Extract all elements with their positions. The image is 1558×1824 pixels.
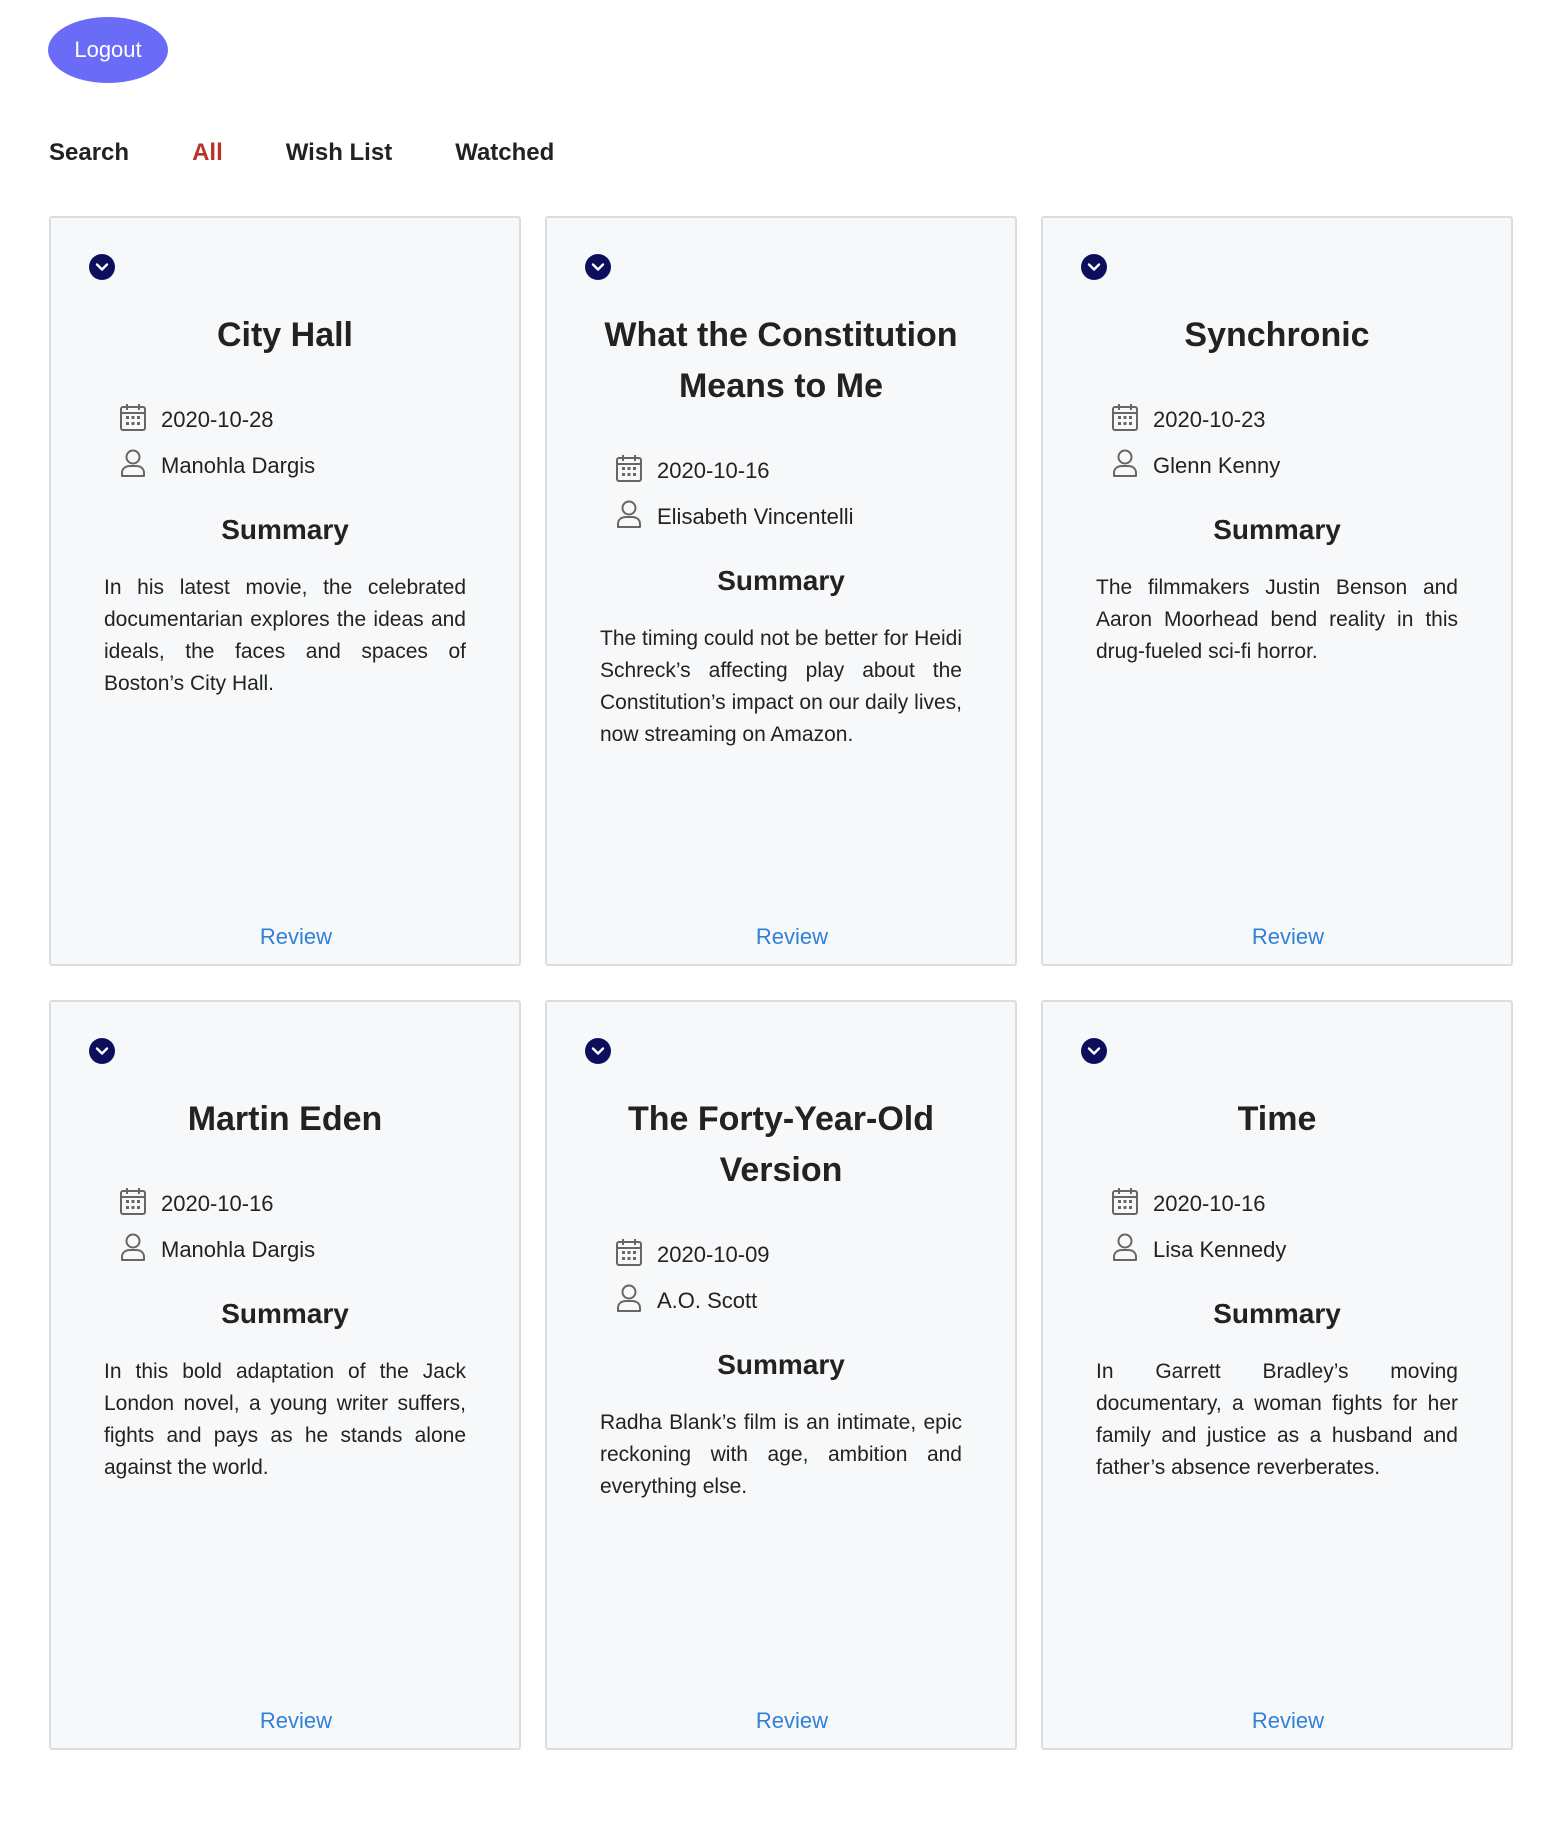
author-row: Glenn Kenny: [1111, 448, 1280, 484]
movie-title: The Forty-Year-Old Version: [627, 1100, 935, 1189]
user-icon: [615, 499, 657, 535]
user-icon: [119, 1232, 161, 1268]
movie-card: Synchronic 2020-10-23 Glenn Kenny Summar…: [1041, 216, 1513, 966]
calendar-icon: [119, 402, 161, 438]
review-author: Glenn Kenny: [1153, 453, 1281, 478]
summary-text: In this bold adaptation of the Jack Lond…: [104, 1360, 466, 1479]
logout-button[interactable]: Logout: [48, 17, 168, 83]
review-date: 2020-10-16: [1153, 1191, 1266, 1216]
summary-text: In his latest movie, the celebrated docu…: [104, 576, 466, 695]
date-row: 2020-10-16: [119, 1186, 274, 1222]
chevron-down-icon[interactable]: [89, 1038, 115, 1064]
user-icon: [1111, 1232, 1153, 1268]
user-icon: [615, 1283, 657, 1319]
review-link[interactable]: Review: [1043, 924, 1511, 950]
summary-text: The filmmakers Justin Benson and Aaron M…: [1096, 576, 1458, 663]
review-link[interactable]: Review: [51, 1708, 519, 1734]
nav-tabs: Search All Wish List Watched: [49, 136, 617, 170]
date-row: 2020-10-23: [1111, 402, 1266, 438]
date-row: 2020-10-28: [119, 402, 274, 438]
summary-heading: Summary: [717, 565, 845, 596]
author-row: A.O. Scott: [615, 1283, 757, 1319]
user-icon: [1111, 448, 1153, 484]
author-row: Manohla Dargis: [119, 448, 315, 484]
review-date: 2020-10-16: [161, 1191, 274, 1216]
tab-watched[interactable]: Watched: [455, 136, 554, 170]
movie-card: City Hall 2020-10-28 Manohla Dargis Summ…: [49, 216, 521, 966]
calendar-icon: [1111, 1186, 1153, 1222]
summary-text: The timing could not be better for Heidi…: [600, 627, 962, 746]
review-date: 2020-10-28: [161, 407, 274, 432]
review-author: Lisa Kennedy: [1153, 1237, 1287, 1262]
summary-heading: Summary: [1213, 1298, 1341, 1329]
author-row: Manohla Dargis: [119, 1232, 315, 1268]
date-row: 2020-10-09: [615, 1237, 770, 1273]
movie-card: Martin Eden 2020-10-16 Manohla Dargis Su…: [49, 1000, 521, 1750]
movie-card: What the Constitution Means to Me 2020-1…: [545, 216, 1017, 966]
review-author: Manohla Dargis: [161, 1237, 316, 1262]
calendar-icon: [1111, 402, 1153, 438]
tab-search[interactable]: Search: [49, 136, 129, 170]
summary-text: Radha Blank’s film is an intimate, epic …: [600, 1411, 962, 1498]
review-date: 2020-10-09: [657, 1242, 770, 1267]
chevron-down-icon[interactable]: [89, 254, 115, 280]
review-link[interactable]: Review: [1043, 1708, 1511, 1734]
movie-title: Time: [1237, 1100, 1317, 1138]
movie-title: Synchronic: [1184, 316, 1370, 354]
calendar-icon: [615, 1237, 657, 1273]
review-author: Elisabeth Vincentelli: [657, 504, 854, 529]
movie-title: What the Constitution Means to Me: [604, 316, 958, 405]
chevron-down-icon[interactable]: [1081, 254, 1107, 280]
movie-title: Martin Eden: [187, 1100, 383, 1138]
tab-wish-list[interactable]: Wish List: [286, 136, 392, 170]
movie-card: Time 2020-10-16 Lisa Kennedy Summary In …: [1041, 1000, 1513, 1750]
chevron-down-icon[interactable]: [1081, 1038, 1107, 1064]
chevron-down-icon[interactable]: [585, 254, 611, 280]
review-date: 2020-10-16: [657, 458, 770, 483]
chevron-down-icon[interactable]: [585, 1038, 611, 1064]
review-link[interactable]: Review: [547, 924, 1015, 950]
date-row: 2020-10-16: [615, 453, 770, 489]
summary-heading: Summary: [717, 1349, 845, 1380]
summary-text: In Garrett Bradley’s moving documentary,…: [1096, 1360, 1458, 1479]
review-link[interactable]: Review: [51, 924, 519, 950]
review-author: Manohla Dargis: [161, 453, 316, 478]
tab-all[interactable]: All: [192, 136, 223, 170]
calendar-icon: [615, 453, 657, 489]
summary-heading: Summary: [221, 514, 349, 545]
review-link[interactable]: Review: [547, 1708, 1015, 1734]
author-row: Lisa Kennedy: [1111, 1232, 1286, 1268]
review-author: A.O. Scott: [657, 1288, 758, 1313]
summary-heading: Summary: [221, 1298, 349, 1329]
date-row: 2020-10-16: [1111, 1186, 1266, 1222]
summary-heading: Summary: [1213, 514, 1341, 545]
calendar-icon: [119, 1186, 161, 1222]
movie-title: City Hall: [216, 316, 354, 354]
author-row: Elisabeth Vincentelli: [615, 499, 854, 535]
user-icon: [119, 448, 161, 484]
review-date: 2020-10-23: [1153, 407, 1266, 432]
movie-card: The Forty-Year-Old Version 2020-10-09 A.…: [545, 1000, 1017, 1750]
